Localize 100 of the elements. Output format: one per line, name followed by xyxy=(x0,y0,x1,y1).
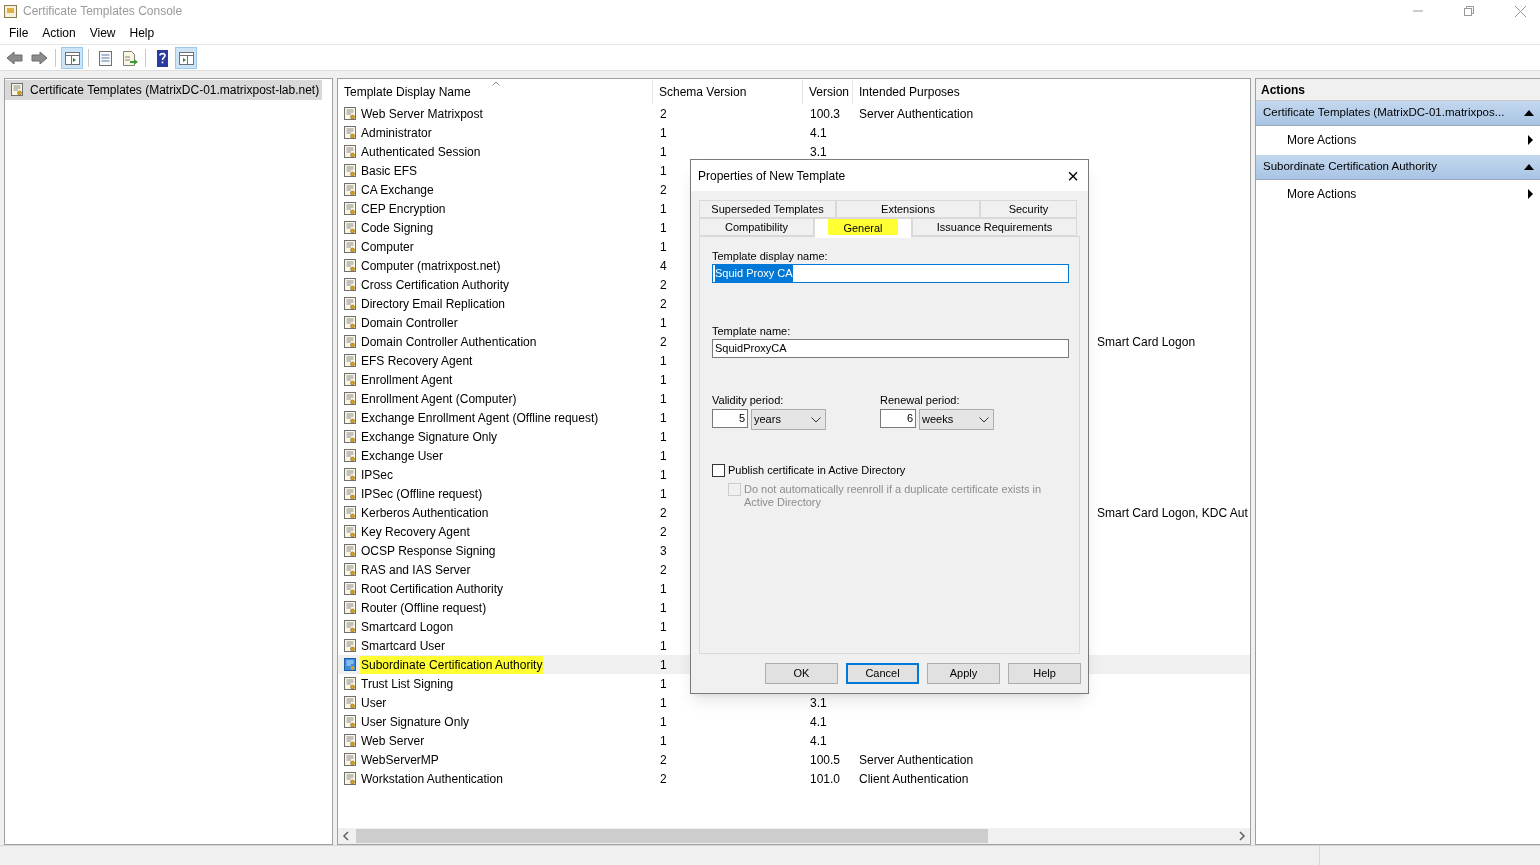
menu-item[interactable]: File xyxy=(2,24,36,42)
schema-version: 2 xyxy=(660,334,667,349)
toolbar-button[interactable] xyxy=(61,46,83,69)
column-header-label: Schema Version xyxy=(659,83,747,101)
template-name: User xyxy=(360,694,388,712)
schema-version: 1 xyxy=(660,733,667,748)
close-button[interactable]: × xyxy=(1058,160,1088,191)
version: 100.5 xyxy=(810,752,841,767)
dialog-title: Properties of New Template xyxy=(698,167,847,185)
template-name: Basic EFS xyxy=(360,162,418,180)
template-name: Exchange User xyxy=(360,447,445,465)
template-name: Administrator xyxy=(360,124,433,142)
tree-item[interactable]: Certificate Templates (MatrixDC-01.matrixpost-lab.net) xyxy=(5,80,322,100)
template-name: Computer xyxy=(360,238,415,256)
intended-purposes: Smart Card Logon xyxy=(1097,333,1196,351)
template-name: RAS and IAS Server xyxy=(360,561,472,579)
dialog-button[interactable]: OK xyxy=(765,663,838,684)
schema-version: 4 xyxy=(660,258,667,273)
template-name: IPSec (Offline request) xyxy=(360,485,484,503)
restore-icon[interactable] xyxy=(1464,6,1474,16)
tab[interactable]: Security xyxy=(980,200,1077,218)
number-field[interactable]: 5 xyxy=(712,409,748,428)
checkbox[interactable] xyxy=(712,464,725,477)
collapse-caret-icon[interactable] xyxy=(1524,164,1534,170)
template-name: Smartcard Logon xyxy=(360,618,455,636)
close-icon[interactable] xyxy=(1515,5,1526,17)
template-name: Subordinate Certification Authority xyxy=(360,655,544,674)
text-field[interactable]: SquidProxyCA xyxy=(712,339,1069,358)
unit-dropdown[interactable]: years xyxy=(751,409,826,430)
template-name: IPSec xyxy=(360,466,394,484)
schema-version: 1 xyxy=(660,714,667,729)
unit-dropdown[interactable]: weeks xyxy=(919,409,994,430)
template-name: WebServerMP xyxy=(360,751,440,769)
action-section-header[interactable]: Certificate Templates (MatrixDC-01.matrixpos... xyxy=(1256,101,1540,126)
version: 101.0 xyxy=(810,771,841,786)
column-header[interactable]: Version xyxy=(803,79,853,104)
template-name: Root Certification Authority xyxy=(360,580,505,598)
template-name: Kerberos Authentication xyxy=(360,504,490,522)
column-header[interactable]: Schema Version xyxy=(653,79,803,104)
actions-title: Actions xyxy=(1261,81,1305,99)
collapse-caret-icon[interactable] xyxy=(1524,110,1534,116)
schema-version: 1 xyxy=(660,676,667,691)
schema-version: 1 xyxy=(660,201,667,216)
template-name: Enrollment Agent (Computer) xyxy=(360,390,518,408)
template-name: Domain Controller xyxy=(360,314,459,332)
field-label: Template display name: xyxy=(712,249,829,264)
template-name: Key Recovery Agent xyxy=(360,523,471,541)
schema-version: 1 xyxy=(660,220,667,235)
schema-version: 1 xyxy=(660,372,667,387)
column-header-label: Version xyxy=(809,83,850,101)
submenu-arrow-icon xyxy=(1528,189,1533,199)
template-name: Smartcard User xyxy=(360,637,447,655)
template-name: OCSP Response Signing xyxy=(360,542,497,560)
version: 4.1 xyxy=(810,125,827,140)
action-item[interactable]: More Actions xyxy=(1256,126,1540,154)
forward-arrow-icon xyxy=(29,48,49,67)
column-header-label: Intended Purposes xyxy=(859,83,960,101)
template-name: Computer (matrixpost.net) xyxy=(360,257,502,275)
tab[interactable]: Superseded Templates xyxy=(699,200,836,218)
template-name: Trust List Signing xyxy=(360,675,455,693)
dialog-button[interactable]: Apply xyxy=(927,663,1000,684)
version: 100.3 xyxy=(810,106,841,121)
menu-item[interactable]: Action xyxy=(35,24,83,42)
column-header[interactable]: Intended Purposes xyxy=(853,79,1250,104)
app-icon xyxy=(4,4,17,18)
template-name: Cross Certification Authority xyxy=(360,276,511,294)
action-section-header[interactable]: Subordinate Certification Authority xyxy=(1256,155,1540,180)
schema-version: 2 xyxy=(660,752,667,767)
schema-version: 2 xyxy=(660,562,667,577)
template-name: CA Exchange xyxy=(360,181,435,199)
schema-version: 1 xyxy=(660,144,667,159)
template-name: Exchange Signature Only xyxy=(360,428,499,446)
menu-item[interactable]: Help xyxy=(122,24,162,42)
template-name: Web Server Matrixpost xyxy=(360,105,484,123)
text-field[interactable]: Squid Proxy CA xyxy=(712,264,1069,283)
tab[interactable]: Issuance Requirements xyxy=(912,218,1077,236)
horizontal-scrollbar[interactable] xyxy=(338,828,1250,844)
column-header-label: Template Display Name xyxy=(344,83,471,101)
schema-version: 1 xyxy=(660,353,667,368)
dialog-button[interactable]: Help xyxy=(1008,663,1081,684)
column-header[interactable]: Template Display Name xyxy=(338,79,653,104)
template-name: Enrollment Agent xyxy=(360,371,454,389)
template-name: EFS Recovery Agent xyxy=(360,352,474,370)
schema-version: 1 xyxy=(660,467,667,482)
action-item[interactable]: More Actions xyxy=(1256,180,1540,208)
version: 4.1 xyxy=(810,733,827,748)
intended-purposes: Server Authentication xyxy=(859,105,974,123)
schema-version: 2 xyxy=(660,182,667,197)
toolbar-button[interactable] xyxy=(175,46,197,69)
tab[interactable]: Extensions xyxy=(836,200,980,218)
template-name: Domain Controller Authentication xyxy=(360,333,538,351)
scrollbar-thumb[interactable] xyxy=(356,829,988,843)
schema-version: 2 xyxy=(660,277,667,292)
tab[interactable]: General xyxy=(814,218,912,238)
number-field[interactable]: 6 xyxy=(880,409,916,428)
menu-item[interactable]: View xyxy=(82,24,123,42)
version: 3.1 xyxy=(810,695,827,710)
dialog-button[interactable]: Cancel xyxy=(846,663,919,684)
tab[interactable]: Compatibility xyxy=(699,218,814,236)
schema-version: 1 xyxy=(660,619,667,634)
